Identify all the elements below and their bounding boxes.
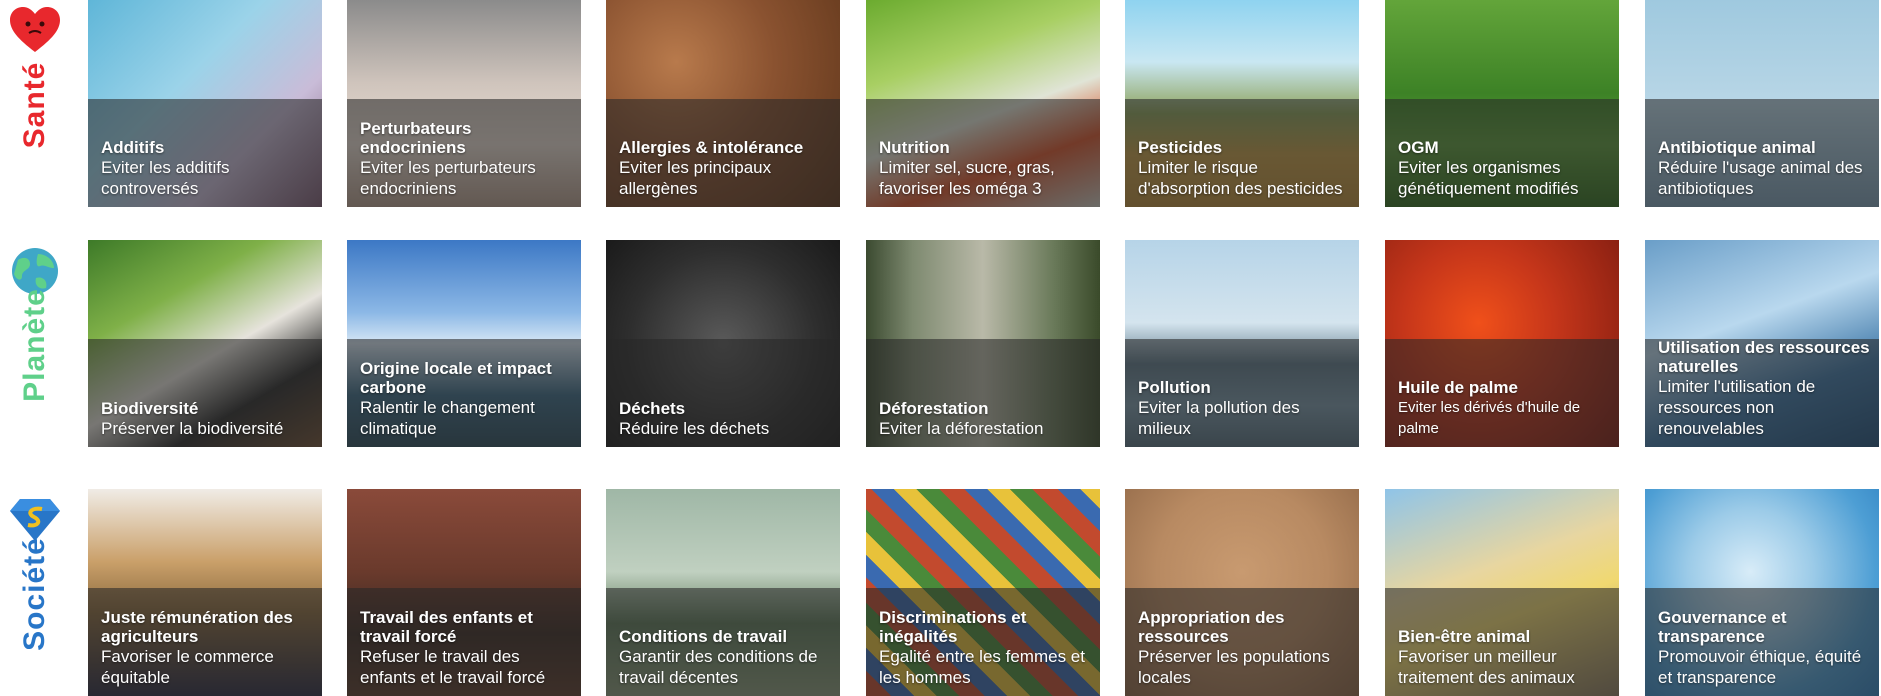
tile-title: Perturbateurs endocriniens (360, 119, 472, 157)
tile-description: Refuser le travail des enfants et le tra… (360, 647, 546, 687)
tile-biodiversite[interactable]: Biodiversité Préserver la biodiversité (88, 240, 322, 447)
tile-title: Huile de palme (1398, 378, 1518, 397)
tile-description: Réduire l'usage animal des antibiotiques (1658, 158, 1863, 198)
tile-perturbateurs-endocriniens[interactable]: Perturbateurs endocriniens Eviter les pe… (347, 0, 581, 207)
tile-appropriation-ressources[interactable]: Appropriation des ressources Préserver l… (1125, 489, 1359, 696)
tile-travail-des-enfants[interactable]: Travail des enfants et travail forcé Ref… (347, 489, 581, 696)
tile-antibiotique-animal[interactable]: Antibiotique animal Réduire l'usage anim… (1645, 0, 1879, 207)
tile-title: Déforestation (879, 399, 989, 418)
row-label-sante: Santé (0, 0, 68, 207)
tile-title: Discriminations et inégalités (879, 608, 1027, 646)
tile-description: Ralentir le changement climatique (360, 398, 535, 438)
tile-juste-remuneration[interactable]: Juste rémunération des agriculteurs Favo… (88, 489, 322, 696)
tile-title: Juste rémunération des agriculteurs (101, 608, 293, 646)
tile-title: Utilisation des ressources naturelles (1658, 338, 1870, 376)
tile-huile-de-palme[interactable]: Huile de palme Eviter les dérivés d'huil… (1385, 240, 1619, 447)
tile-title: Gouvernance et transparence (1658, 608, 1787, 646)
tile-description: Eviter les principaux allergènes (619, 158, 772, 198)
tile-description: Réduire les déchets (619, 419, 770, 438)
tile-title: Origine locale et impact carbone (360, 359, 552, 397)
tile-description: Eviter la déforestation (879, 419, 1044, 438)
row-planete: Planète Biodiversité Préserver la biodiv… (0, 240, 1881, 447)
tile-dechets[interactable]: Déchets Réduire les déchets (606, 240, 840, 447)
row-label-societe: Société (0, 489, 68, 696)
tile-description: Eviter les organismes génétiquement modi… (1398, 158, 1579, 198)
row-sante: Santé Additifs Eviter les additifs contr… (0, 0, 1881, 207)
row-title: Planète (18, 288, 51, 402)
tile-title: Antibiotique animal (1658, 138, 1816, 157)
tile-bien-etre-animal[interactable]: Bien-être animal Favoriser un meilleur t… (1385, 489, 1619, 696)
tile-title: Travail des enfants et travail forcé (360, 608, 533, 646)
tile-description: Egalité entre les femmes et les hommes (879, 647, 1085, 687)
row-title: Santé (18, 61, 51, 149)
tile-pesticides[interactable]: Pesticides Limiter le risque d'absorptio… (1125, 0, 1359, 207)
tile-description: Limiter l'utilisation de ressources non … (1658, 377, 1816, 438)
tile-description: Eviter les additifs controversés (101, 158, 230, 198)
tile-title: Additifs (101, 138, 165, 157)
tile-description: Garantir des conditions de travail décen… (619, 647, 818, 687)
tile-allergies-intolerance[interactable]: Allergies & intolérance Eviter les princ… (606, 0, 840, 207)
tile-title: Déchets (619, 399, 686, 418)
tile-deforestation[interactable]: Déforestation Eviter la déforestation (866, 240, 1100, 447)
tile-title: Biodiversité (101, 399, 199, 418)
tile-title: Allergies & intolérance (619, 138, 804, 157)
tile-description: Favoriser le commerce équitable (101, 647, 274, 687)
row-title: Société (18, 537, 51, 651)
tile-description: Eviter la pollution des milieux (1138, 398, 1300, 438)
tile-ogm[interactable]: OGM Eviter les organismes génétiquement … (1385, 0, 1619, 207)
row-societe: Société Juste rémunération des agriculte… (0, 489, 1881, 696)
row-label-planete: Planète (0, 240, 68, 447)
tile-title: Pesticides (1138, 138, 1223, 157)
tile-title: Nutrition (879, 138, 950, 157)
tile-description: Préserver les populations locales (1138, 647, 1330, 687)
tile-nutrition[interactable]: Nutrition Limiter sel, sucre, gras, favo… (866, 0, 1100, 207)
tile-description: Promouvoir éthique, équité et transparen… (1658, 647, 1862, 687)
tile-title: Pollution (1138, 378, 1211, 397)
tile-discriminations[interactable]: Discriminations et inégalités Egalité en… (866, 489, 1100, 696)
tile-title: OGM (1398, 138, 1439, 157)
tile-description: Eviter les dérivés d'huile de palme (1398, 399, 1581, 437)
tile-gouvernance[interactable]: Gouvernance et transparence Promouvoir é… (1645, 489, 1879, 696)
tile-description: Limiter sel, sucre, gras, favoriser les … (879, 158, 1055, 198)
tile-conditions-de-travail[interactable]: Conditions de travail Garantir des condi… (606, 489, 840, 696)
tile-description: Eviter les perturbateurs endocriniens (360, 158, 536, 198)
tile-ressources-naturelles[interactable]: Utilisation des ressources naturelles Li… (1645, 240, 1879, 447)
tile-title: Appropriation des ressources (1138, 608, 1285, 646)
tile-description: Préserver la biodiversité (101, 419, 284, 438)
tile-title: Conditions de travail (619, 627, 788, 646)
tile-additifs[interactable]: Additifs Eviter les additifs controversé… (88, 0, 322, 207)
tile-title: Bien-être animal (1398, 627, 1531, 646)
tile-description: Limiter le risque d'absorption des pesti… (1138, 158, 1343, 198)
tile-pollution[interactable]: Pollution Eviter la pollution des milieu… (1125, 240, 1359, 447)
tile-description: Favoriser un meilleur traitement des ani… (1398, 647, 1575, 687)
tile-origine-locale[interactable]: Origine locale et impact carbone Ralenti… (347, 240, 581, 447)
